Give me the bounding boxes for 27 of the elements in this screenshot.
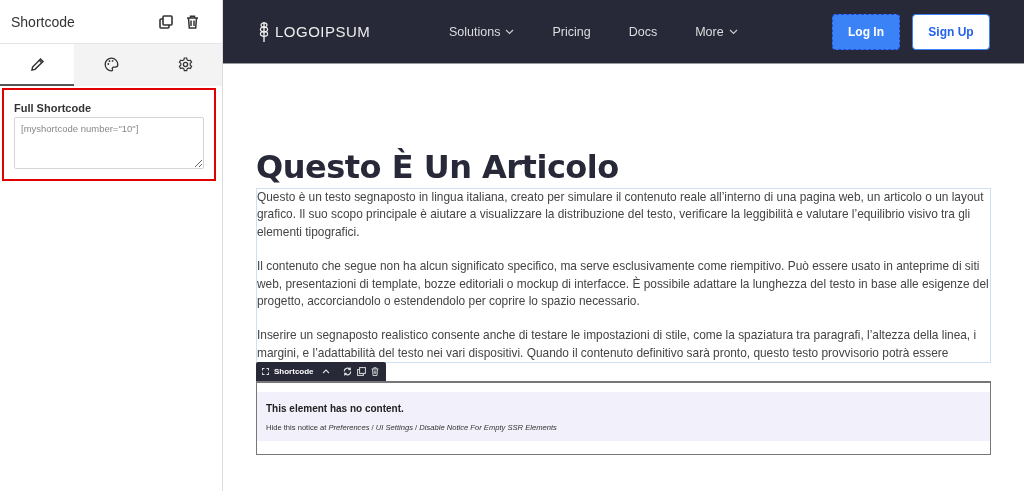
settings-icon <box>177 56 193 72</box>
notice-title: This element has no content. <box>266 403 405 415</box>
login-button[interactable]: Log In <box>832 13 900 50</box>
paragraph: Il contenuto che segue non ha alcun significato specifico, ma serve esclusivamente come riempitivo. Può essere usato in anteprime di siti web, presentazioni di template, bozze editoriali o mockup di interfacce. È possibile adattare la lunghezza del testo in base alle esigenze del progetto, accorciandolo o estendendolo per coprire lo spazio necessario. <box>257 258 990 311</box>
toolbar-label: Shortcode <box>274 367 314 377</box>
nav-link[interactable]: More <box>695 24 738 39</box>
panel-title: Shortcode <box>11 13 75 30</box>
delete-icon[interactable] <box>186 14 199 29</box>
paragraph: Inserire un segnaposto realistico consente anche di testare le impostazioni di stile, come la spaziatura tra paragrafi, l’altezza della linea, i margini, e l’adattabilità del testo nei vari dispositivi. Quando il contenuto definitivo sarà pronto, questo testo provvisorio potrà essere <box>257 327 978 362</box>
duplicate-icon[interactable] <box>356 367 366 377</box>
nav-link[interactable]: Solutions <box>449 24 515 39</box>
article-title: Questo È Un Articolo <box>256 147 620 188</box>
logo-text[interactable]: LOGOIPSUM <box>275 23 371 40</box>
pencil-icon <box>29 56 45 72</box>
field-label: Full Shortcode <box>14 102 92 114</box>
chevron-up-icon[interactable] <box>321 369 330 375</box>
signup-button[interactable]: Sign Up <box>912 13 990 50</box>
nav-link[interactable]: Docs <box>628 24 658 39</box>
shortcode-field[interactable]: [myshortcode number="10"] <box>14 117 204 169</box>
palette-icon <box>103 56 119 72</box>
wheat-logo-icon <box>259 20 269 43</box>
nav-link[interactable]: Pricing <box>552 24 591 39</box>
refresh-icon[interactable] <box>342 367 352 377</box>
paragraph: Questo è un testo segnaposto in lingua italiana, creato per simulare il contenuto reale all’interno di una pagina web, un articolo o un layout grafico. Il suo scopo principale è aiutare a visualizzare la distribuzione del testo, verificare la leggibilità e valutare l’equilibrio visivo tra gli elementi tipografici. <box>257 189 985 241</box>
duplicate-icon[interactable] <box>159 14 173 29</box>
gear-tab[interactable] <box>148 44 222 86</box>
move-icon[interactable] <box>262 368 269 376</box>
